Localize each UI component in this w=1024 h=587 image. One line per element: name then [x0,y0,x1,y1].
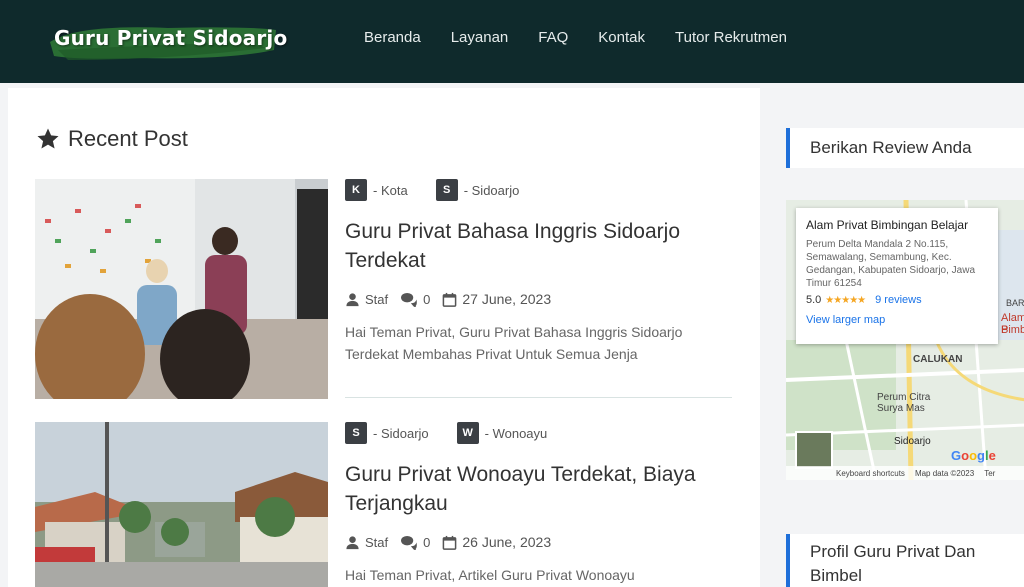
place-address: Perum Delta Mandala 2 No.115, Semawalang… [806,239,976,289]
main-nav: Beranda Layanan FAQ Kontak Tutor Rekrutm… [364,29,817,46]
nav-kontak[interactable]: Kontak [598,29,645,46]
post-date: 27 June, 2023 [442,291,551,307]
post-comments[interactable]: 0 [400,535,430,550]
post-body: S - Sidoarjo W - Wonoayu Guru Privat Won… [345,422,731,586]
keyboard-shortcuts-link[interactable]: Keyboard shortcuts [836,469,905,478]
post-categories: K - Kota S - Sidoarjo [345,179,731,201]
category-tag[interactable]: W - Wonoayu [456,422,548,444]
nav-layanan[interactable]: Layanan [451,29,509,46]
category-label: - Kota [373,182,408,198]
post-date: 26 June, 2023 [442,534,551,550]
comments-icon [401,292,417,307]
map-info-popup: Alam Privat Bimbingan Belajar Perum Delt… [796,208,998,344]
site-header: Guru Privat Sidoarjo Beranda Layanan FAQ… [0,0,1024,83]
post-thumbnail[interactable] [35,422,328,587]
post-card: S - Sidoarjo W - Wonoayu Guru Privat Won… [35,422,735,587]
category-badge: S [435,179,458,201]
site-logo[interactable]: Guru Privat Sidoarjo [48,14,287,64]
map-data-label: Map data ©2023 [914,468,975,478]
category-tag[interactable]: K - Kota [345,179,408,201]
map-label-bimbin: Bimbin [1001,324,1024,336]
profile-heading: Profil Guru Privat Dan Bimbel [786,534,1024,587]
map-label-surya: Surya Mas [877,403,925,414]
map-label-calukan: CALUKAN [913,354,963,365]
post-card: K - Kota S - Sidoarjo Guru Privat Bahasa… [35,179,735,399]
user-icon [346,292,359,306]
post-title[interactable]: Guru Privat Wonoayu Terdekat, Biaya Terj… [345,460,731,518]
map-footer: Keyboard shortcuts Map data ©2023 Ter [786,466,1024,480]
nav-beranda[interactable]: Beranda [364,29,421,46]
category-label: - Sidoarjo [463,182,520,198]
terms-link[interactable]: Ter [984,469,995,478]
place-rating: 5.0 ★★★★★ 9 reviews [806,294,922,306]
post-meta: Staf 0 27 June, 2023 [345,291,731,307]
calendar-icon [443,292,457,307]
star-icon [37,128,59,149]
calendar-icon [443,535,457,550]
place-name: Alam Privat Bimbingan Belajar [806,218,969,232]
review-heading: Berikan Review Anda [786,128,1024,168]
category-badge: K [345,179,367,201]
post-thumbnail[interactable] [35,179,328,399]
post-divider [345,397,732,398]
post-categories: S - Sidoarjo W - Wonoayu [345,422,731,444]
reviews-link[interactable]: 9 reviews [875,294,921,306]
post-title[interactable]: Guru Privat Bahasa Inggris Sidoarjo Terd… [345,217,731,275]
nav-faq[interactable]: FAQ [538,29,568,46]
post-author[interactable]: Staf [345,292,388,307]
google-logo: Google [951,448,996,463]
post-excerpt: Hai Teman Privat, Guru Privat Bahasa Ing… [345,324,683,362]
comments-icon [401,535,417,550]
section-title: Recent Post [36,126,188,152]
map-label-citra: Perum Citra [877,392,931,403]
post-body: K - Kota S - Sidoarjo Guru Privat Bahasa… [345,179,731,365]
google-map[interactable]: CALUKAN Perum Citra Surya Mas Sidoarjo A… [786,200,1024,480]
view-larger-map-link[interactable]: View larger map [806,314,988,326]
category-tag[interactable]: S - Sidoarjo [435,179,520,201]
map-label-bar: BAR [1006,298,1024,308]
post-comments[interactable]: 0 [400,292,430,307]
category-label: - Sidoarjo [373,425,429,441]
category-badge: W [456,422,479,444]
post-author[interactable]: Staf [345,535,388,550]
category-label: - Wonoayu [484,425,548,441]
classroom-image [35,179,328,399]
user-icon [346,535,359,549]
rating-stars-icon: ★★★★★ [825,294,866,306]
nav-tutor-rekrutmen[interactable]: Tutor Rekrutmen [675,29,787,46]
category-tag[interactable]: S - Sidoarjo [345,422,429,444]
category-badge: S [345,422,367,444]
logo-text: Guru Privat Sidoarjo [54,26,288,50]
post-excerpt: Hai Teman Privat, Artikel Guru Privat Wo… [345,567,635,583]
post-meta: Staf 0 26 June, 2023 [345,534,731,550]
street-image [35,422,328,587]
map-label-sidoarjo: Sidoarjo [894,436,931,447]
